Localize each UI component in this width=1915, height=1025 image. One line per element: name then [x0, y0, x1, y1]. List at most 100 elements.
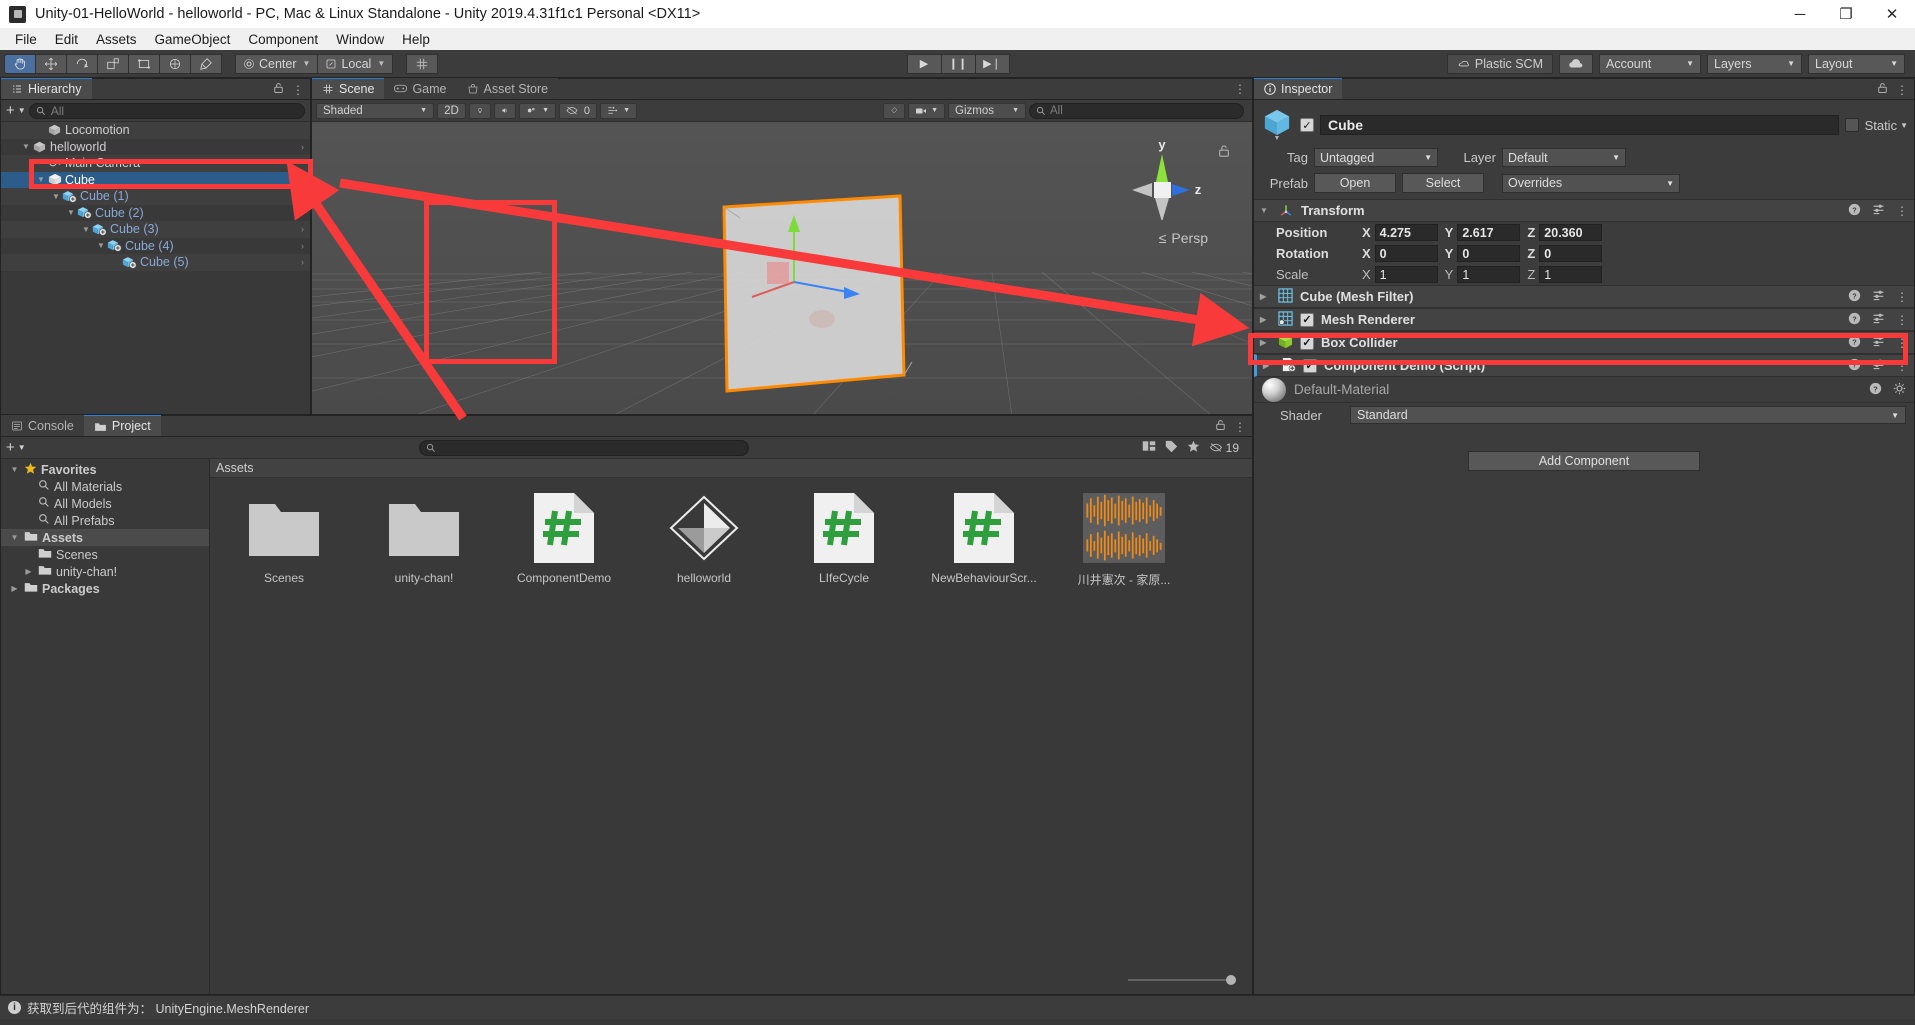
chevron-right-icon[interactable]: ›: [301, 175, 304, 185]
rotation-y-input[interactable]: 0: [1457, 245, 1521, 262]
pivot-space-button[interactable]: Local ▼: [317, 53, 394, 74]
project-zoom-slider[interactable]: [1128, 974, 1236, 986]
hierarchy-item-main-camera[interactable]: Main Camera: [1, 155, 310, 172]
lock-icon[interactable]: [273, 82, 284, 97]
hierarchy-search-input[interactable]: All: [28, 102, 305, 119]
asset-item[interactable]: LIfeCycle: [788, 492, 900, 588]
project-tree-item-all-models[interactable]: All Models: [1, 495, 209, 512]
scene-camera-lock-icon[interactable]: [1218, 144, 1230, 161]
component-header-box-collider[interactable]: ▶ ✓ Box Collider? ⋮: [1254, 331, 1914, 354]
scene-projection-label[interactable]: ≤ Persp: [1159, 230, 1208, 246]
hierarchy-item-cube[interactable]: ▼ Cube ›: [1, 171, 310, 188]
create-object-button[interactable]: + ▼: [6, 102, 26, 119]
project-tree-item-assets[interactable]: ▼ Assets: [1, 529, 209, 546]
scene-search-input[interactable]: All: [1029, 102, 1244, 119]
position-x-input[interactable]: 4.275: [1374, 224, 1438, 241]
component-header-mesh-renderer[interactable]: ▶ ✓ Mesh Renderer? ⋮: [1254, 308, 1914, 331]
material-row[interactable]: Default-Material ?: [1254, 377, 1914, 403]
foldout-icon[interactable]: ▼: [95, 241, 107, 250]
scale-tool-button[interactable]: [97, 53, 129, 74]
gizmos-dropdown[interactable]: Gizmos ▼: [948, 102, 1026, 119]
lock-icon[interactable]: [1877, 82, 1888, 97]
toggle-2d-button[interactable]: 2D: [437, 102, 466, 119]
component-header-transform[interactable]: ▼ Transform ? ⋮: [1254, 199, 1914, 222]
gear-icon[interactable]: [1893, 382, 1906, 398]
more-options-icon[interactable]: ⋮: [1896, 204, 1908, 218]
custom-tool-button[interactable]: [190, 53, 222, 74]
scale-z-input[interactable]: 1: [1539, 266, 1603, 283]
preset-icon[interactable]: [1872, 358, 1885, 374]
foldout-icon[interactable]: ▶: [23, 567, 34, 576]
hierarchy-item-cube-1[interactable]: ▼ Cube (1) ›: [1, 188, 310, 205]
foldout-icon[interactable]: ▶: [9, 584, 20, 593]
foldout-icon[interactable]: ▼: [9, 533, 20, 542]
project-tree-item-favorites[interactable]: ▼ Favorites: [1, 461, 209, 478]
scene-tools-button[interactable]: [883, 102, 905, 119]
chevron-right-icon[interactable]: ›: [301, 208, 304, 218]
help-icon[interactable]: ?: [1848, 335, 1861, 351]
tag-dropdown[interactable]: Untagged ▼: [1314, 148, 1438, 167]
layers-dropdown[interactable]: Layers ▼: [1707, 53, 1802, 74]
more-options-icon[interactable]: ⋮: [1896, 313, 1908, 327]
foldout-icon[interactable]: ▼: [50, 192, 62, 201]
gameobject-active-checkbox[interactable]: ✓: [1300, 118, 1314, 132]
preset-icon[interactable]: [1872, 312, 1885, 328]
scene-effects-dropdown[interactable]: ▼: [519, 102, 556, 119]
prefab-open-button[interactable]: Open: [1314, 173, 1396, 193]
plastic-scm-button[interactable]: Plastic SCM: [1446, 53, 1553, 74]
project-search-input[interactable]: [418, 439, 749, 456]
help-icon[interactable]: ?: [1848, 203, 1861, 219]
project-tree-item-unity-chan[interactable]: ▶ unity-chan!: [1, 563, 209, 580]
tab-game[interactable]: Game: [384, 78, 457, 99]
menu-item-window[interactable]: Window: [327, 30, 393, 49]
pause-button[interactable]: ❙❙: [940, 53, 976, 74]
preset-icon[interactable]: [1872, 289, 1885, 305]
shading-mode-dropdown[interactable]: Shaded ▼: [316, 102, 434, 119]
menu-item-assets[interactable]: Assets: [87, 30, 146, 49]
scene-audio-button[interactable]: [494, 102, 516, 119]
project-tree-item-all-prefabs[interactable]: All Prefabs: [1, 512, 209, 529]
chevron-right-icon[interactable]: ›: [301, 257, 304, 267]
create-asset-button[interactable]: + ▼: [6, 439, 26, 456]
foldout-icon[interactable]: ▼: [35, 175, 47, 184]
play-button[interactable]: ▶: [906, 53, 942, 74]
project-tree-item-scenes[interactable]: Scenes: [1, 546, 209, 563]
chevron-right-icon[interactable]: ›: [301, 224, 304, 234]
asset-item[interactable]: ComponentDemo: [508, 492, 620, 588]
hierarchy-item-locomotion[interactable]: Locomotion: [1, 122, 310, 139]
scene-camera-dropdown[interactable]: ▼: [908, 102, 945, 119]
prefab-overrides-dropdown[interactable]: Overrides ▼: [1502, 173, 1680, 193]
shader-dropdown[interactable]: Standard ▼: [1350, 406, 1906, 424]
hierarchy-item-cube-3[interactable]: ▼ Cube (3) ›: [1, 221, 310, 238]
rotation-x-input[interactable]: 0: [1374, 245, 1438, 262]
add-component-button[interactable]: Add Component: [1468, 451, 1700, 471]
scene-orientation-gizmo[interactable]: y z: [1120, 136, 1204, 220]
help-icon[interactable]: ?: [1848, 312, 1861, 328]
asset-item[interactable]: 川井憲次 - 家原...: [1068, 492, 1180, 588]
filter-by-label-icon[interactable]: [1165, 440, 1178, 456]
component-enabled-checkbox[interactable]: ✓: [1300, 312, 1314, 327]
prefab-select-button[interactable]: Select: [1402, 173, 1484, 193]
project-tree-item-all-materials[interactable]: All Materials: [1, 478, 209, 495]
foldout-icon[interactable]: ▼: [1260, 206, 1271, 215]
foldout-icon[interactable]: ▼: [20, 142, 32, 151]
tab-console[interactable]: Console: [1, 415, 84, 436]
tab-hierarchy[interactable]: Hierarchy: [1, 78, 92, 99]
foldout-icon[interactable]: ▶: [1260, 315, 1271, 324]
step-button[interactable]: ▶❘: [974, 53, 1010, 74]
filter-by-type-icon[interactable]: [1142, 440, 1156, 455]
help-icon[interactable]: ?: [1869, 382, 1882, 398]
foldout-icon[interactable]: ▼: [80, 225, 92, 234]
hierarchy-item-helloworld[interactable]: ▼ helloworld ›: [1, 139, 310, 156]
chevron-right-icon[interactable]: ›: [301, 142, 304, 152]
component-header-component-demo-script[interactable]: ▶ ✓ Component Demo (Script)? ⋮: [1254, 354, 1914, 377]
rotate-tool-button[interactable]: [66, 53, 98, 74]
foldout-icon[interactable]: ▶: [1260, 338, 1271, 347]
more-options-icon[interactable]: ⋮: [1896, 290, 1908, 304]
maximize-button[interactable]: ❐: [1823, 0, 1869, 28]
hierarchy-item-cube-5[interactable]: Cube (5) ›: [1, 254, 310, 271]
transform-tool-button[interactable]: [159, 53, 191, 74]
static-dropdown[interactable]: Static ▼: [1865, 118, 1908, 133]
layer-dropdown[interactable]: Default ▼: [1502, 148, 1626, 167]
help-icon[interactable]: ?: [1848, 289, 1861, 305]
